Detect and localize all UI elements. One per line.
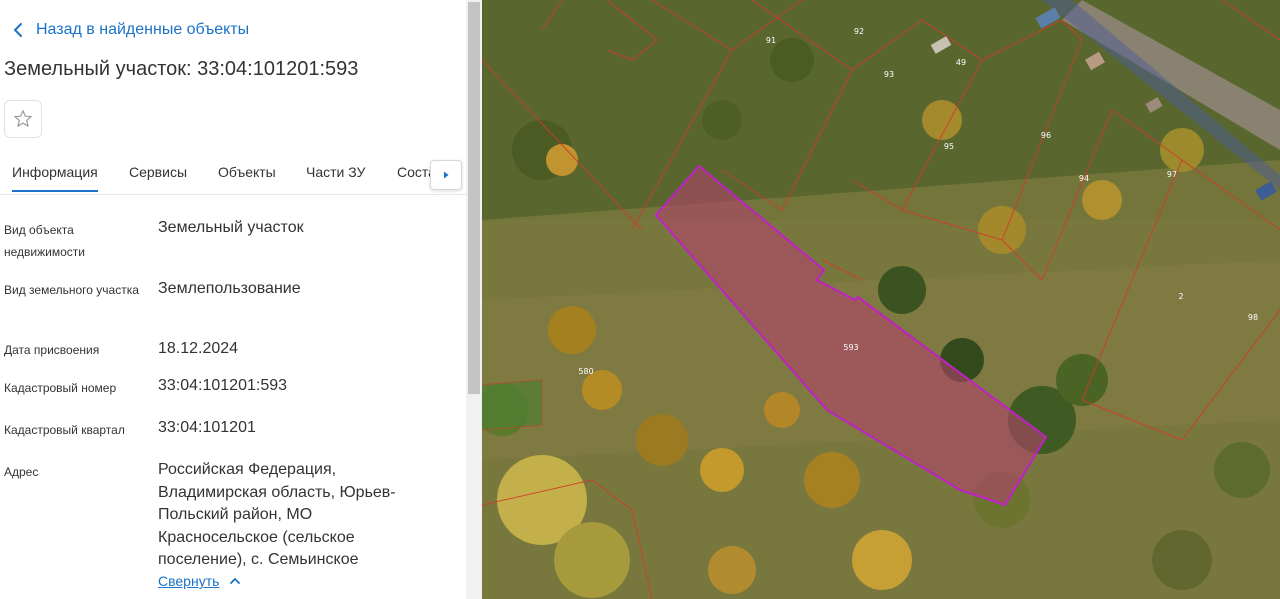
parcel-label-95: 95 (944, 142, 954, 151)
panel-scrollbar[interactable] (466, 0, 482, 599)
parcel-label-580: 580 (578, 367, 593, 376)
chevron-left-icon (13, 23, 22, 37)
field-value-cadastral-number: 33:04:101201:593 (158, 377, 288, 394)
arrow-right-icon (444, 171, 449, 179)
star-icon (14, 110, 32, 127)
collapse-link[interactable]: Свернуть (158, 573, 241, 589)
field-label-cadastral-number: Кадастровый номер (4, 381, 117, 395)
field-value-parcel-type: Землепользование (158, 280, 301, 297)
tab-services[interactable]: Сервисы (129, 164, 187, 180)
parcel-label-98: 98 (1248, 313, 1258, 322)
parcel-label-92: 92 (854, 27, 864, 36)
parcel-label-2: 2 (1178, 292, 1183, 301)
parcel-label-593: 593 (843, 343, 858, 352)
field-label-address: Адрес (4, 465, 39, 479)
parcel-label-93: 93 (884, 70, 894, 79)
scrollbar-thumb[interactable] (468, 2, 480, 394)
favorite-button[interactable] (4, 100, 42, 138)
back-link[interactable]: Назад в найденные объекты (10, 18, 249, 42)
parcel-label-49: 49 (956, 58, 966, 67)
info-panel: Назад в найденные объекты Земельный учас… (0, 0, 466, 599)
tabs-next-button[interactable] (430, 160, 462, 190)
tab-bar: Информация Сервисы Объекты Части ЗУ Сост… (0, 150, 466, 195)
tab-information[interactable]: Информация (12, 164, 98, 192)
tab-objects[interactable]: Объекты (218, 164, 276, 180)
field-label-parcel-type: Вид земельного участка (4, 283, 139, 297)
field-value-object-type: Земельный участок (158, 219, 304, 236)
field-label-assign-date: Дата присвоения (4, 343, 100, 357)
parcel-label-91: 91 (766, 36, 776, 45)
satellite-map: 91 92 93 49 95 96 94 97 2 98 593 580 (482, 0, 1280, 599)
map-view[interactable]: 91 92 93 49 95 96 94 97 2 98 593 580 (482, 0, 1280, 599)
tab-parts[interactable]: Части ЗУ (306, 164, 365, 180)
parcel-label-96: 96 (1041, 131, 1051, 140)
field-value-assign-date: 18.12.2024 (158, 340, 239, 357)
parcel-label-97: 97 (1167, 170, 1177, 179)
page-title: Земельный участок: 33:04:101201:593 (4, 58, 359, 80)
chevron-up-icon (230, 577, 241, 584)
field-value-cadastral-quarter: 33:04:101201 (158, 419, 256, 436)
collapse-label: Свернуть (158, 573, 220, 589)
field-label-object-type: Вид объекта недвижимости (4, 223, 85, 259)
field-value-address: Российская Федерация, Владимирская облас… (158, 461, 396, 568)
field-label-cadastral-quarter: Кадастровый квартал (4, 423, 125, 437)
back-link-label: Назад в найденные объекты (36, 21, 250, 38)
parcel-label-94: 94 (1079, 174, 1089, 183)
